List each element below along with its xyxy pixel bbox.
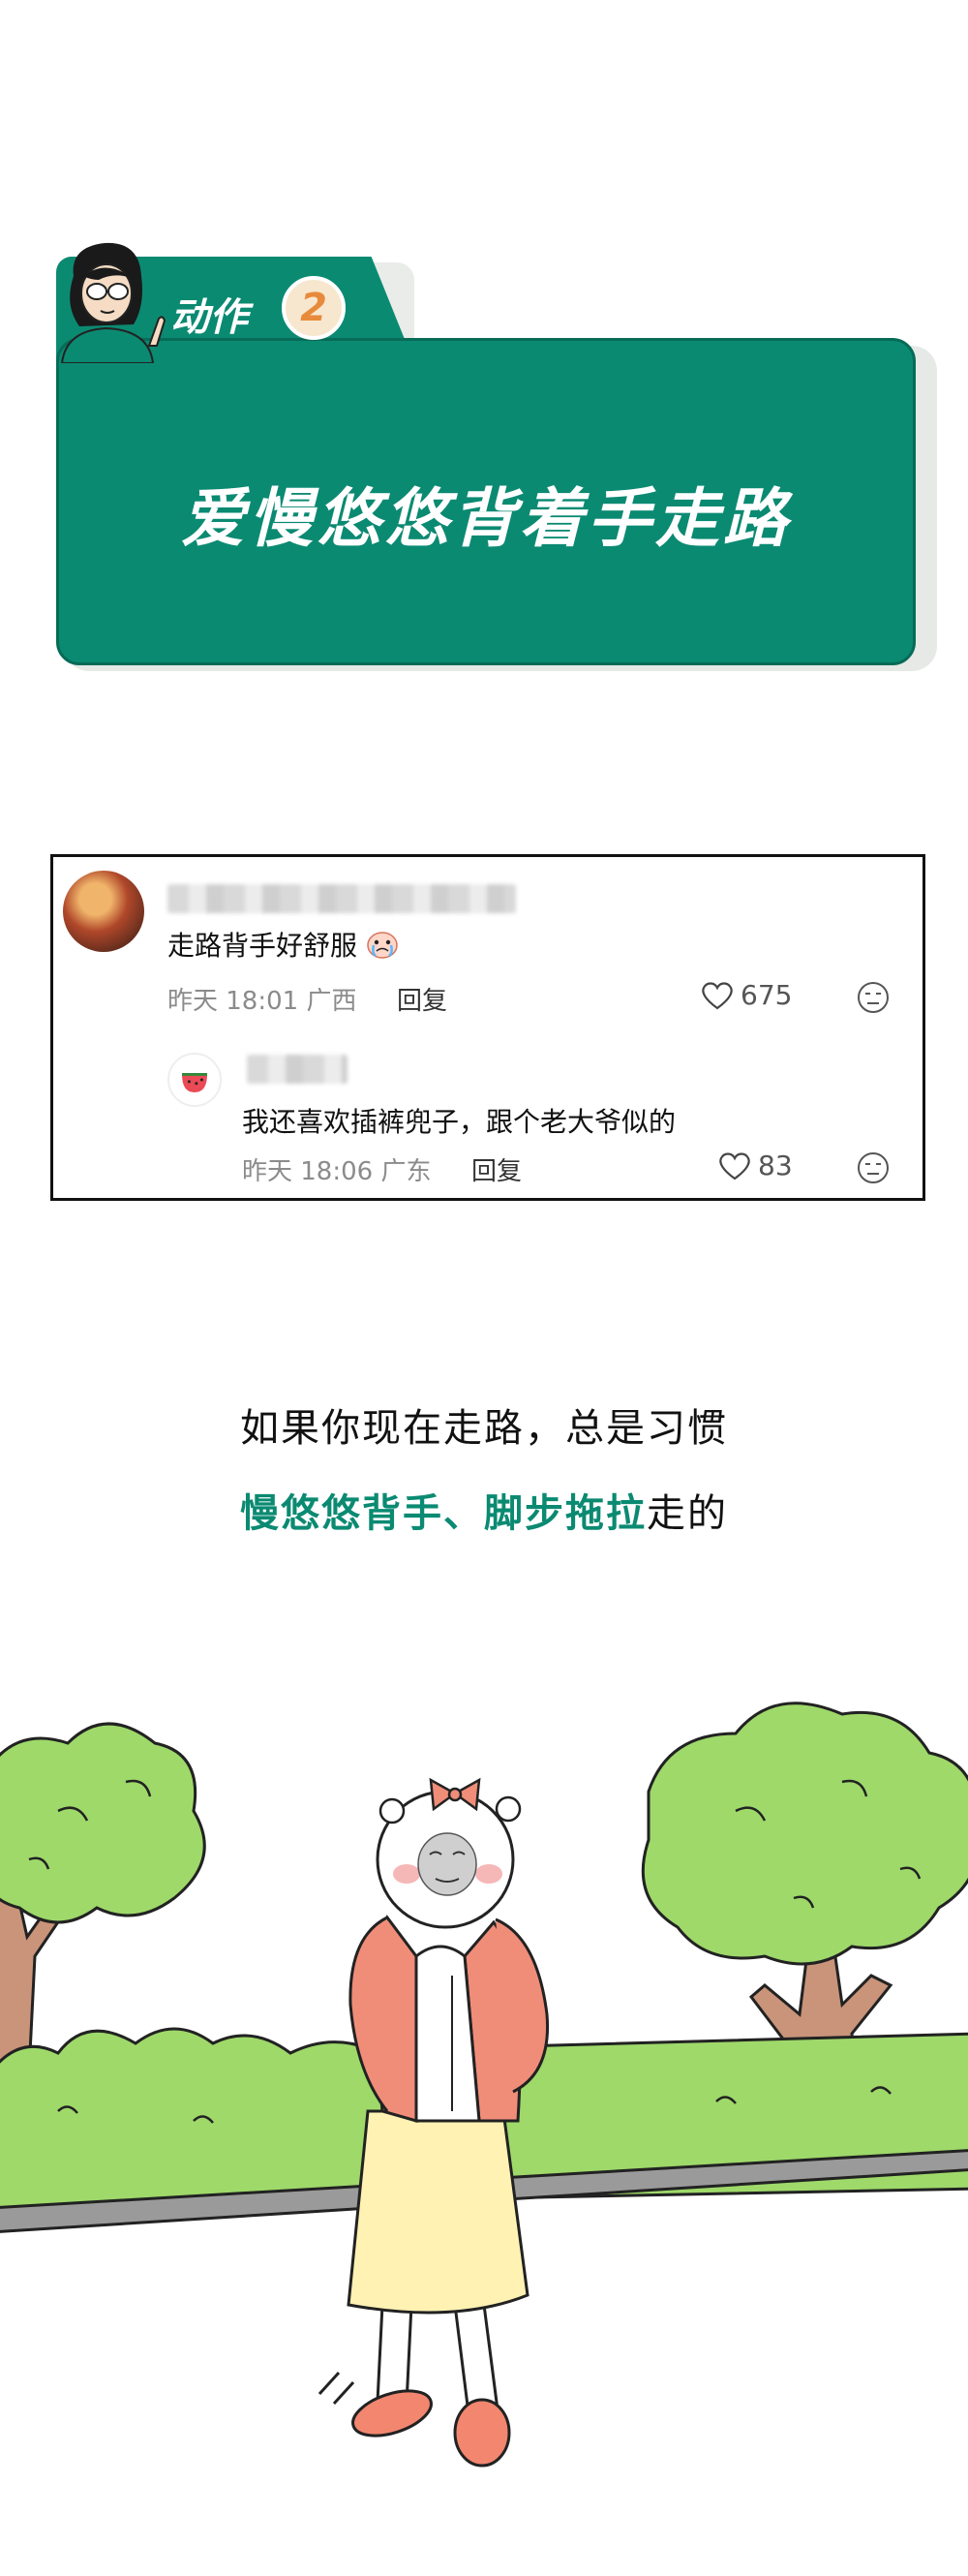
paragraph-line-1: 如果你现在走路，总是习惯 (240, 1406, 728, 1451)
heart-icon (702, 981, 733, 1009)
reply-meta: 昨天 18:06 广东 (242, 1157, 432, 1186)
comment-like-count: 675 (741, 979, 793, 1011)
banner-title: 爱慢悠悠背着手走路 (181, 480, 791, 556)
paragraph-line-2: 慢悠悠背手、脚步拖拉走的 (0, 1482, 968, 1538)
commenter-avatar[interactable] (63, 871, 144, 952)
crying-emoji-icon (367, 932, 398, 959)
reply-like-count: 83 (758, 1150, 793, 1181)
reply-text: 我还喜欢插裤兜子，跟个老大爷似的 (242, 1106, 677, 1138)
paragraph-rest: 走的 (647, 1491, 728, 1536)
walking-woman-illustration (0, 1702, 968, 2468)
paragraph-highlight: 慢悠悠背手、脚步拖拉 (240, 1491, 647, 1536)
comment-reply-button[interactable]: 回复 (397, 981, 447, 1017)
comment-like-button[interactable]: 675 (700, 979, 792, 1011)
dislike-face-icon[interactable] (857, 1151, 890, 1184)
dislike-face-icon[interactable] (857, 981, 890, 1014)
banner-panel: 爱慢悠悠背着手走路 (56, 338, 916, 665)
comment-card: 走路背手好舒服 昨天 18:01 广西 回复 675 我还喜欢插裤兜子，跟个老大… (50, 854, 925, 1201)
reply-name-blurred[interactable] (247, 1055, 348, 1084)
commenter-name-blurred[interactable] (167, 884, 516, 913)
action-number-badge: 2 (282, 276, 346, 340)
watermelon-icon[interactable] (167, 1053, 222, 1107)
section-banner: 爱慢悠悠背着手走路 动作 2 (56, 237, 937, 683)
reply-reply-button[interactable]: 回复 (471, 1151, 522, 1187)
tree-icon (0, 1722, 206, 2074)
comment-text-row: 走路背手好舒服 (167, 925, 399, 964)
reply-like-button[interactable]: 83 (717, 1150, 793, 1181)
glasses-man-icon (60, 242, 166, 363)
comment-text: 走路背手好舒服 (167, 930, 358, 962)
action-label: 动作 (170, 295, 248, 340)
heart-icon (719, 1151, 750, 1180)
comment-meta: 昨天 18:01 广西 (167, 987, 357, 1016)
